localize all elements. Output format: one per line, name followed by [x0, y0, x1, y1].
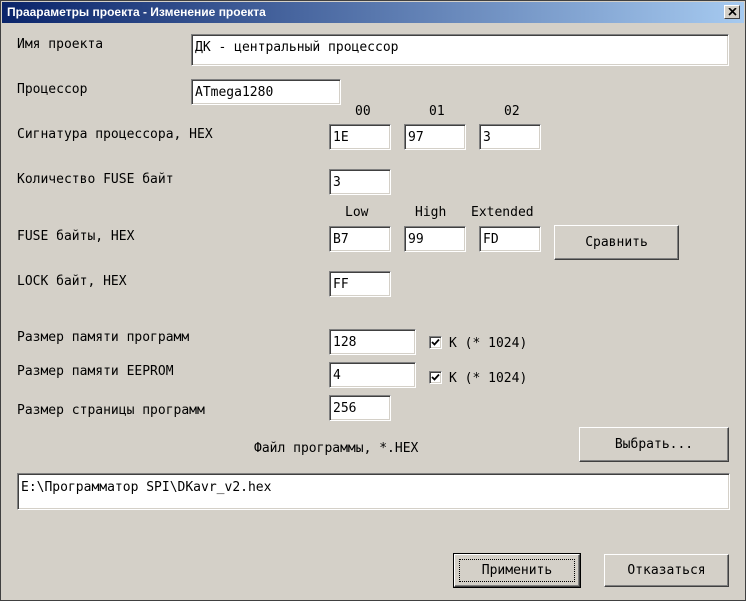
lock-byte-field[interactable]: FF [329, 271, 391, 297]
signature-byte-1-field[interactable]: 97 [404, 124, 466, 150]
project-settings-dialog: Праараметры проекта - Изменение проекта … [0, 0, 746, 601]
cancel-button-label: Отказаться [627, 563, 706, 578]
signature-col-01: 01 [429, 104, 445, 119]
fuse-count-label: Количество FUSE байт [17, 172, 174, 187]
window-title: Праараметры проекта - Изменение проекта [7, 5, 266, 19]
page-size-field[interactable]: 256 [329, 395, 391, 421]
processor-label: Процессор [17, 82, 88, 97]
eeprom-k-label: K (* 1024) [449, 371, 528, 386]
compare-button-label: Сравнить [585, 235, 648, 250]
cancel-button[interactable]: Отказаться [604, 554, 729, 587]
fuse-low-field[interactable]: B7 [329, 226, 391, 252]
signature-label: Сигнатура процессора, HEX [17, 127, 213, 142]
project-name-field[interactable]: ДК - центральный процессор [191, 34, 729, 66]
flash-k-checkbox[interactable] [429, 336, 442, 349]
apply-button[interactable]: Применить [453, 553, 581, 588]
check-icon [431, 373, 440, 381]
program-file-label: Файл программы, *.HEX [254, 441, 419, 456]
fuse-extended-field[interactable]: FD [479, 226, 541, 252]
flash-k-label: K (* 1024) [449, 336, 528, 351]
signature-col-00: 00 [355, 104, 371, 119]
browse-button-label: Выбрать... [614, 437, 694, 452]
compare-button[interactable]: Сравнить [554, 225, 679, 260]
project-name-label: Имя проекта [17, 37, 104, 52]
fuse-bytes-label: FUSE байты, HEX [17, 229, 135, 244]
focus-rectangle [459, 559, 575, 582]
signature-byte-2-field[interactable]: 3 [479, 124, 541, 150]
check-icon [431, 338, 440, 346]
eeprom-size-label: Размер памяти EEPROM [17, 364, 174, 379]
close-button[interactable] [724, 5, 740, 19]
close-icon [728, 8, 737, 16]
flash-size-field[interactable]: 128 [329, 329, 416, 355]
program-file-path-field[interactable]: E:\Программатор SPI\DKavr_v2.hex [17, 473, 730, 510]
title-bar[interactable]: Праараметры проекта - Изменение проекта [2, 2, 744, 23]
signature-col-02: 02 [504, 104, 520, 119]
eeprom-k-checkbox[interactable] [429, 371, 442, 384]
browse-button[interactable]: Выбрать... [579, 427, 729, 462]
signature-byte-0-field[interactable]: 1E [329, 124, 391, 150]
fuse-col-low: Low [345, 205, 369, 220]
processor-field[interactable]: ATmega1280 [191, 79, 341, 105]
flash-size-label: Размер памяти программ [17, 330, 190, 345]
fuse-count-field[interactable]: 3 [329, 169, 391, 195]
page-size-label: Размер страницы программ [17, 403, 205, 418]
lock-byte-label: LOCK байт, HEX [17, 274, 127, 289]
fuse-high-field[interactable]: 99 [404, 226, 466, 252]
eeprom-size-field[interactable]: 4 [329, 362, 416, 388]
fuse-col-extended: Extended [471, 205, 534, 220]
fuse-col-high: High [415, 205, 447, 220]
